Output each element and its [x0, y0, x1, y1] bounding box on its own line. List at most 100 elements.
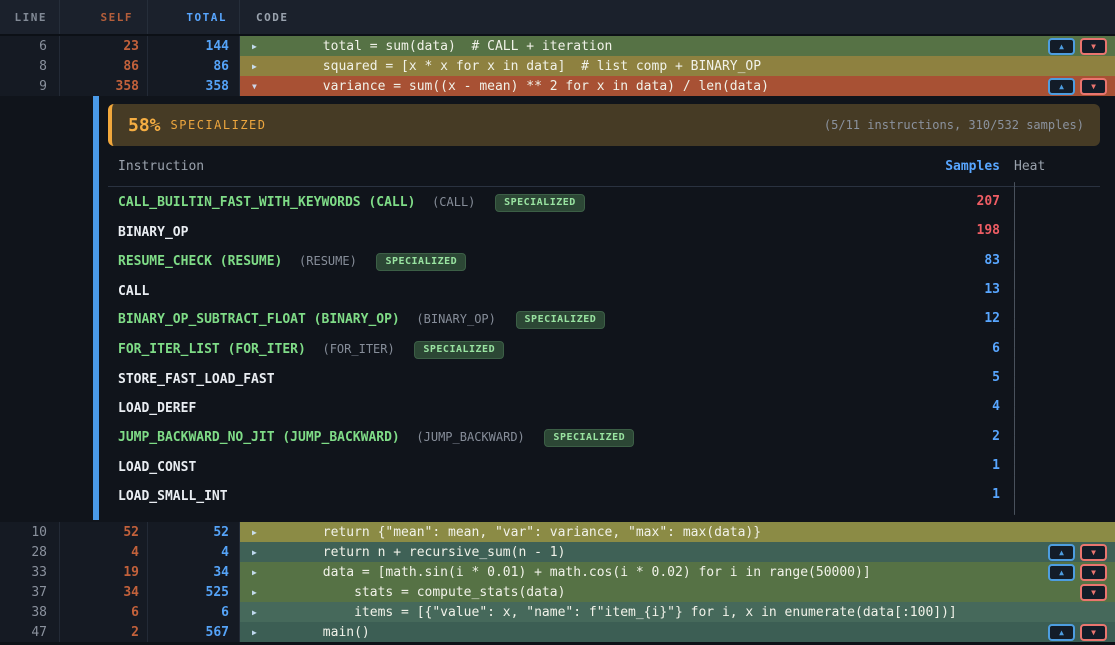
table-row: 6 23 144 ▶ total = sum(data) # CALL + it… [0, 36, 1115, 56]
samples-value: 12 [930, 311, 1000, 326]
instruction-name: LOAD_CONST [118, 460, 196, 475]
instruction-row: STORE_FAST_LOAD_FAST 5 [108, 363, 1100, 392]
profiler-window: LINE SELF TOTAL CODE 6 23 144 ▶ total = … [0, 0, 1115, 645]
self-samples: 4 [60, 542, 148, 562]
instruction-name: BINARY_OP_SUBTRACT_FLOAT (BINARY_OP) [118, 312, 400, 327]
code-line[interactable]: ▶ total = sum(data) # CALL + iteration ▲… [240, 36, 1115, 56]
instruction-row: JUMP_BACKWARD_NO_JIT (JUMP_BACKWARD) (JU… [108, 421, 1100, 450]
table-row: 47 2 567 ▶ main() ▲ ▼ [0, 622, 1115, 642]
specialized-badge: SPECIALIZED [414, 341, 504, 359]
instruction-row: BINARY_OP_SUBTRACT_FLOAT (BINARY_OP) (BI… [108, 304, 1100, 333]
total-samples: 525 [148, 582, 240, 602]
total-samples: 34 [148, 562, 240, 582]
code-line[interactable]: ▼ variance = sum((x - mean) ** 2 for x i… [240, 76, 1115, 96]
table-row: 33 19 34 ▶ data = [math.sin(i * 0.01) + … [0, 562, 1115, 582]
instruction-row: CALL 13 [108, 275, 1100, 304]
samples-value: 2 [930, 429, 1000, 444]
jump-up-button[interactable]: ▲ [1048, 564, 1075, 581]
jump-down-button[interactable]: ▼ [1080, 584, 1107, 601]
total-samples: 358 [148, 76, 240, 96]
instruction-row: CALL_BUILTIN_FAST_WITH_KEYWORDS (CALL) (… [108, 187, 1100, 216]
line-number: 28 [0, 542, 60, 562]
column-header-self[interactable]: SELF [60, 0, 148, 34]
table-row: 37 34 525 ▶ stats = compute_stats(data) … [0, 582, 1115, 602]
code-line[interactable]: ▶ return {"mean": mean, "var": variance,… [240, 522, 1115, 542]
table-row: 28 4 4 ▶ return n + recursive_sum(n - 1)… [0, 542, 1115, 562]
specialized-badge: SPECIALIZED [516, 311, 606, 329]
code-line[interactable]: ▶ squared = [x * x for x in data] # list… [240, 56, 1115, 76]
column-header-line[interactable]: LINE [0, 0, 60, 34]
source-code: return n + recursive_sum(n - 1) [268, 545, 1040, 560]
line-number: 33 [0, 562, 60, 582]
total-samples: 52 [148, 522, 240, 542]
line-number: 37 [0, 582, 60, 602]
jump-down-button[interactable]: ▼ [1080, 78, 1107, 95]
expand-caret-icon[interactable]: ▶ [252, 42, 268, 51]
column-header-code[interactable]: CODE [240, 0, 1115, 34]
self-samples: 19 [60, 562, 148, 582]
column-header-heat: Heat [1014, 159, 1100, 174]
instruction-row: BINARY_OP 198 [108, 216, 1100, 245]
table-row: 38 6 6 ▶ items = [{"value": x, "name": f… [0, 602, 1115, 622]
line-number: 38 [0, 602, 60, 622]
self-samples: 86 [60, 56, 148, 76]
samples-value: 1 [930, 487, 1000, 502]
instruction-name: RESUME_CHECK (RESUME) [118, 254, 282, 269]
source-code: stats = compute_stats(data) [268, 585, 1072, 600]
jump-down-button[interactable]: ▼ [1080, 544, 1107, 561]
samples-value: 5 [930, 370, 1000, 385]
column-header-total[interactable]: TOTAL [148, 0, 240, 34]
source-code: squared = [x * x for x in data] # list c… [268, 59, 1107, 74]
instruction-alias: (BINARY_OP) [416, 312, 495, 326]
source-code: variance = sum((x - mean) ** 2 for x in … [268, 79, 1040, 94]
source-code: items = [{"value": x, "name": f"item_{i}… [268, 605, 1107, 620]
line-number: 47 [0, 622, 60, 642]
line-number: 10 [0, 522, 60, 542]
expand-caret-icon[interactable]: ▶ [252, 588, 268, 597]
jump-down-button[interactable]: ▼ [1080, 38, 1107, 55]
table-row: 8 86 86 ▶ squared = [x * x for x in data… [0, 56, 1115, 76]
line-number: 6 [0, 36, 60, 56]
expand-caret-icon[interactable]: ▶ [252, 528, 268, 537]
specialized-percent: 58% [128, 115, 161, 136]
self-samples: 34 [60, 582, 148, 602]
jump-up-button[interactable]: ▲ [1048, 78, 1075, 95]
jump-up-button[interactable]: ▲ [1048, 624, 1075, 641]
expanded-row-indicator-bar [93, 96, 99, 520]
column-header-samples[interactable]: Samples [930, 159, 1000, 174]
samples-value: 6 [930, 341, 1000, 356]
samples-value: 207 [930, 194, 1000, 209]
samples-value: 13 [930, 282, 1000, 297]
expand-caret-icon[interactable]: ▶ [252, 548, 268, 557]
jump-up-button[interactable]: ▲ [1048, 544, 1075, 561]
code-line[interactable]: ▶ return n + recursive_sum(n - 1) ▲ ▼ [240, 542, 1115, 562]
code-line[interactable]: ▶ main() ▲ ▼ [240, 622, 1115, 642]
self-samples: 23 [60, 36, 148, 56]
self-samples: 2 [60, 622, 148, 642]
expand-caret-icon[interactable]: ▶ [252, 568, 268, 577]
instruction-name: CALL [118, 284, 149, 299]
expand-caret-icon[interactable]: ▶ [252, 62, 268, 71]
instruction-name: BINARY_OP [118, 225, 188, 240]
jump-up-button[interactable]: ▲ [1048, 38, 1075, 55]
source-code: return {"mean": mean, "var": variance, "… [268, 525, 1107, 540]
code-table-header: LINE SELF TOTAL CODE [0, 0, 1115, 34]
expand-caret-icon[interactable]: ▶ [252, 608, 268, 617]
samples-value: 1 [930, 458, 1000, 473]
table-row: 9 358 358 ▼ variance = sum((x - mean) **… [0, 76, 1115, 96]
jump-down-button[interactable]: ▼ [1080, 564, 1107, 581]
specialized-badge: SPECIALIZED [495, 194, 585, 212]
instruction-name: CALL_BUILTIN_FAST_WITH_KEYWORDS (CALL) [118, 195, 415, 210]
instruction-row: LOAD_DEREF 4 [108, 392, 1100, 421]
self-samples: 358 [60, 76, 148, 96]
instruction-row: LOAD_SMALL_INT 1 [108, 480, 1100, 509]
code-line[interactable]: ▶ data = [math.sin(i * 0.01) + math.cos(… [240, 562, 1115, 582]
code-line[interactable]: ▶ items = [{"value": x, "name": f"item_{… [240, 602, 1115, 622]
instruction-name: JUMP_BACKWARD_NO_JIT (JUMP_BACKWARD) [118, 430, 400, 445]
self-samples: 6 [60, 602, 148, 622]
instruction-alias: (FOR_ITER) [322, 342, 394, 356]
jump-down-button[interactable]: ▼ [1080, 624, 1107, 641]
expand-caret-icon[interactable]: ▶ [252, 628, 268, 637]
collapse-caret-icon[interactable]: ▼ [252, 82, 268, 91]
code-line[interactable]: ▶ stats = compute_stats(data) ▼ [240, 582, 1115, 602]
